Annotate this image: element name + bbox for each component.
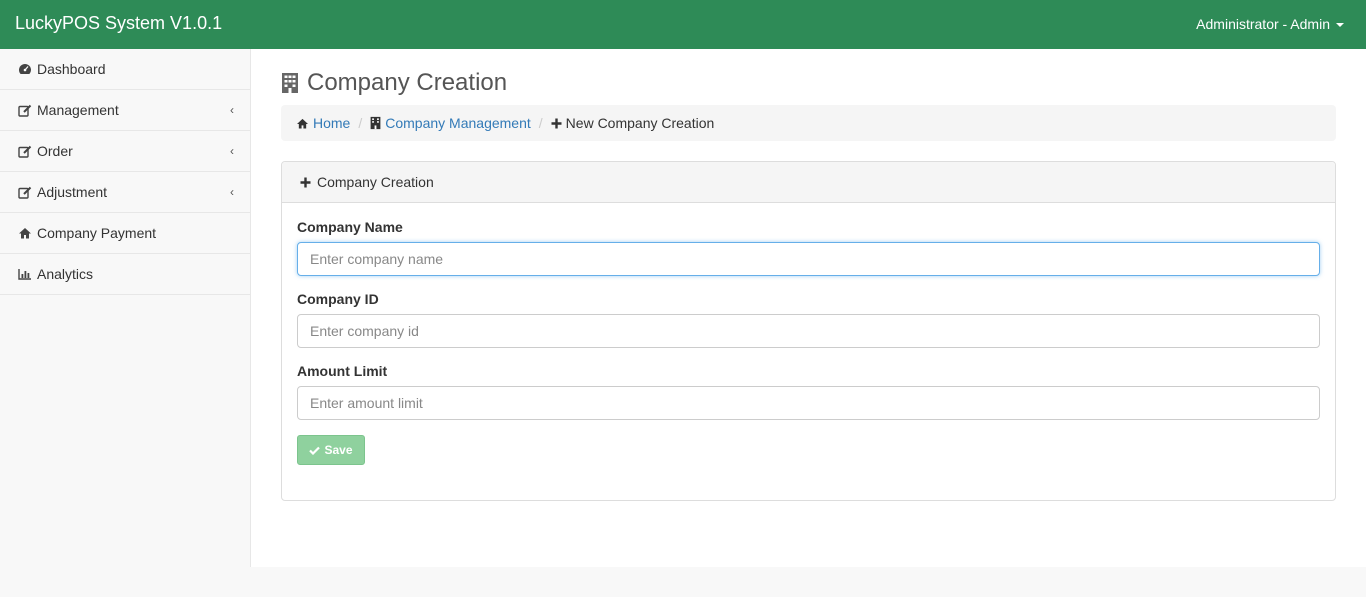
breadcrumb-current: New Company Creation	[551, 115, 715, 131]
page-title: Company Creation	[281, 69, 507, 97]
save-button-label: Save	[324, 443, 353, 457]
sidebar: Dashboard Management ‹ Order ‹ Adjustmen…	[0, 49, 251, 567]
sidebar-item-analytics[interactable]: Analytics	[0, 254, 250, 295]
chevron-left-icon: ‹	[230, 103, 234, 117]
panel-heading: Company Creation	[282, 162, 1335, 203]
sidebar-item-label: Analytics	[37, 266, 94, 282]
sidebar-item-label: Adjustment	[37, 184, 108, 200]
amount-limit-input[interactable]	[297, 386, 1320, 420]
company-name-input[interactable]	[297, 242, 1320, 276]
building-icon	[370, 116, 381, 130]
user-menu-label: Administrator - Admin	[1196, 16, 1330, 32]
building-icon	[281, 72, 299, 94]
edit-icon	[17, 144, 33, 158]
plus-icon	[551, 118, 562, 128]
sidebar-item-adjustment[interactable]: Adjustment ‹	[0, 172, 250, 213]
chevron-left-icon: ‹	[230, 185, 234, 199]
breadcrumb-company-management-link[interactable]: Company Management	[370, 115, 531, 131]
sidebar-item-label: Order	[37, 143, 73, 159]
company-creation-panel: Company Creation Company Name Company ID…	[281, 161, 1336, 501]
home-icon	[297, 118, 308, 129]
caret-down-icon	[1336, 22, 1344, 27]
brand-title[interactable]: LuckyPOS System V1.0.1	[15, 13, 222, 34]
save-button[interactable]: Save	[297, 435, 365, 465]
company-id-input[interactable]	[297, 314, 1320, 348]
panel-heading-text: Company Creation	[317, 174, 434, 190]
chevron-left-icon: ‹	[230, 144, 234, 158]
panel-body: Company Name Company ID Amount Limit Sav…	[282, 203, 1335, 481]
sidebar-item-company-payment[interactable]: Company Payment	[0, 213, 250, 254]
breadcrumb-company-management-label: Company Management	[385, 115, 531, 131]
company-id-label: Company ID	[297, 291, 379, 307]
plus-icon	[300, 177, 311, 187]
edit-icon	[17, 103, 33, 117]
sidebar-item-order[interactable]: Order ‹	[0, 131, 250, 172]
user-menu-dropdown[interactable]: Administrator - Admin	[1196, 16, 1344, 32]
edit-icon	[17, 185, 33, 199]
page-footer-area	[251, 567, 1366, 597]
amount-limit-label: Amount Limit	[297, 363, 388, 379]
page-title-text: Company Creation	[307, 69, 508, 96]
sidebar-item-label: Management	[37, 102, 119, 118]
breadcrumb: Home / Company Management / New Company …	[281, 105, 1336, 141]
sidebar-item-label: Company Payment	[37, 225, 157, 241]
breadcrumb-home-link[interactable]: Home	[296, 115, 350, 131]
check-icon	[309, 446, 321, 455]
company-name-label: Company Name	[297, 219, 403, 235]
company-name-group: Company Name	[297, 219, 1320, 276]
sidebar-item-dashboard[interactable]: Dashboard	[0, 49, 250, 90]
breadcrumb-separator: /	[538, 115, 543, 131]
top-navbar: LuckyPOS System V1.0.1 Administrator - A…	[0, 0, 1366, 49]
dashboard-icon	[17, 62, 33, 76]
company-id-group: Company ID	[297, 291, 1320, 348]
home-icon	[17, 226, 33, 240]
breadcrumb-current-label: New Company Creation	[565, 115, 715, 131]
bar-chart-icon	[17, 267, 33, 281]
amount-limit-group: Amount Limit	[297, 363, 1320, 420]
sidebar-item-management[interactable]: Management ‹	[0, 90, 250, 131]
breadcrumb-separator: /	[358, 115, 363, 131]
breadcrumb-home-label: Home	[313, 115, 351, 131]
sidebar-item-label: Dashboard	[37, 61, 106, 77]
main-content: Company Creation Home / Company Manageme…	[251, 49, 1366, 567]
